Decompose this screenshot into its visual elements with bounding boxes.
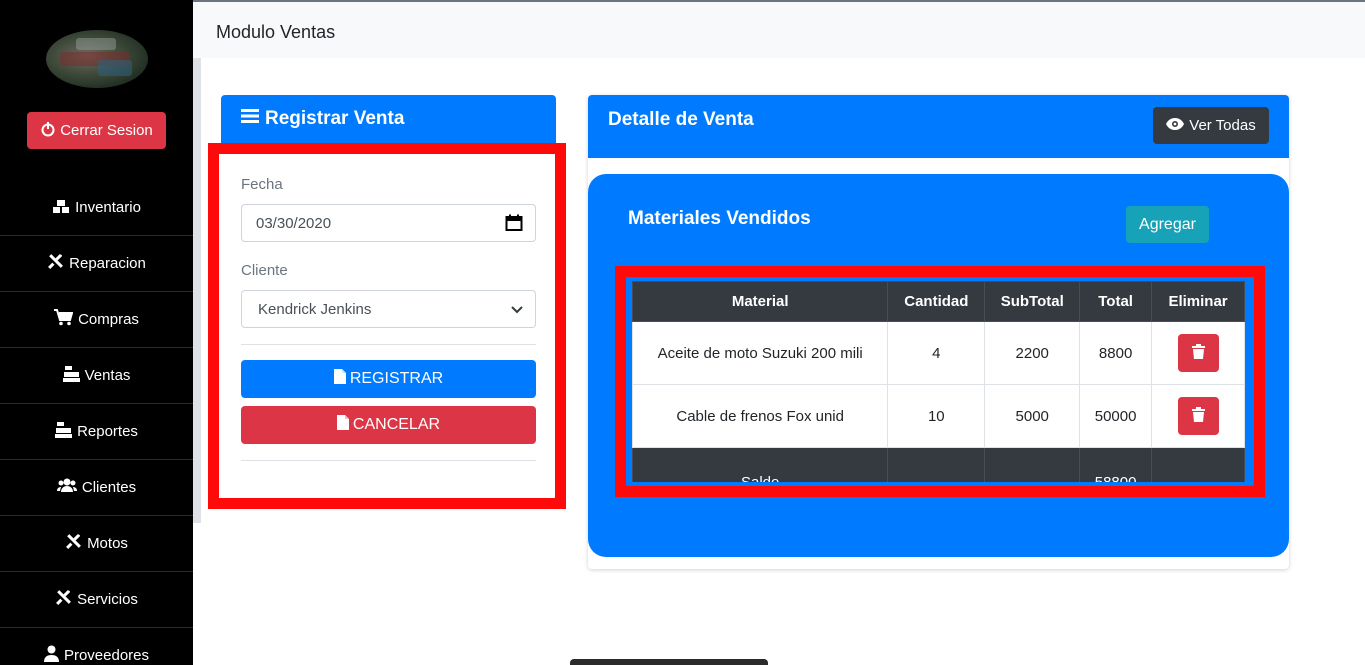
warehouse-icon xyxy=(52,198,70,218)
subtotal-cell: 2200 xyxy=(984,321,1081,385)
column-header: Cantidad xyxy=(887,281,986,322)
divider xyxy=(241,344,536,345)
sidebar-item-motos[interactable]: Motos xyxy=(0,516,193,572)
trash-icon xyxy=(1191,343,1205,363)
fecha-label: Fecha xyxy=(241,176,283,193)
cantidad-cell: 10 xyxy=(887,384,986,448)
sidebar-item-ventas[interactable]: Ventas xyxy=(0,348,193,404)
logout-button[interactable]: Cerrar Sesion xyxy=(27,112,166,149)
sidebar-item-label: Servicios xyxy=(77,591,138,608)
cliente-select[interactable]: Kendrick Jenkins xyxy=(241,290,536,328)
sidebar-item-label: Inventario xyxy=(75,199,141,216)
delete-button[interactable] xyxy=(1177,397,1219,435)
calendar-icon[interactable] xyxy=(505,214,523,236)
saldo-row: Saldo 58800 xyxy=(632,447,1245,482)
ver-todas-button[interactable]: Ver Todas xyxy=(1153,107,1269,144)
registrar-venta-header: Registrar Venta xyxy=(221,95,556,145)
scrollbar[interactable] xyxy=(193,58,201,523)
eliminar-cell xyxy=(1151,384,1245,448)
column-header: Total xyxy=(1079,281,1153,322)
sidebar-item-label: Compras xyxy=(78,311,139,328)
users-icon xyxy=(56,478,77,497)
subtotal-cell: 5000 xyxy=(984,384,1081,448)
user-tie-icon xyxy=(43,645,59,665)
cart-icon xyxy=(54,309,74,330)
divider xyxy=(241,460,536,461)
table-row: Cable de frenos Fox unid 10 5000 50000 xyxy=(632,384,1245,448)
table-row: Aceite de moto Suzuki 200 mili 4 2200 88… xyxy=(632,321,1245,385)
cliente-value: Kendrick Jenkins xyxy=(258,300,372,318)
user-avatar xyxy=(46,30,148,88)
cancelar-label: CANCELAR xyxy=(352,416,441,433)
detalle-venta-title: Detalle de Venta xyxy=(608,109,754,130)
registrar-button[interactable]: REGISTRAR xyxy=(241,360,536,398)
eliminar-cell xyxy=(1151,321,1245,385)
table-header-row: Material Cantidad SubTotal Total Elimina… xyxy=(632,281,1245,322)
empty-cell xyxy=(887,447,986,482)
empty-cell xyxy=(1151,447,1245,482)
cantidad-cell: 4 xyxy=(887,321,986,385)
sidebar-item-label: Reparacion xyxy=(69,255,146,272)
top-bar: Modulo Ventas xyxy=(193,0,1365,58)
sidebar-item-clientes[interactable]: Clientes xyxy=(0,460,193,516)
sidebar-item-reportes[interactable]: Reportes xyxy=(0,404,193,460)
cancelar-button[interactable]: CANCELAR xyxy=(241,406,536,444)
power-icon xyxy=(40,121,56,141)
agregar-button[interactable]: Agregar xyxy=(1126,206,1209,243)
column-header: Eliminar xyxy=(1151,281,1245,322)
file-icon xyxy=(336,415,349,435)
total-cell: 50000 xyxy=(1079,384,1153,448)
cash-register-icon xyxy=(55,421,73,442)
eye-icon xyxy=(1166,117,1185,134)
materiales-title: Materiales Vendidos xyxy=(628,208,811,229)
trash-icon xyxy=(1191,406,1205,426)
detalle-venta-header: Detalle de Venta Ver Todas xyxy=(588,95,1289,158)
empty-cell xyxy=(984,447,1081,482)
sidebar-item-reparacion[interactable]: Reparacion xyxy=(0,236,193,292)
sidebar-item-inventario[interactable]: Inventario xyxy=(0,180,193,236)
page-title: Modulo Ventas xyxy=(216,22,336,42)
registrar-label: REGISTRAR xyxy=(349,370,444,387)
cliente-label: Cliente xyxy=(241,262,288,279)
sidebar-item-compras[interactable]: Compras xyxy=(0,292,193,348)
sidebar: Cerrar Sesion Inventario Reparacion Comp… xyxy=(0,0,193,665)
materiales-table: Material Cantidad SubTotal Total Elimina… xyxy=(630,281,1247,482)
sidebar-nav: Inventario Reparacion Compras Ventas Rep… xyxy=(0,180,193,665)
sidebar-item-label: Ventas xyxy=(84,367,131,384)
column-header: SubTotal xyxy=(984,281,1081,322)
sidebar-item-label: Clientes xyxy=(81,479,137,496)
sidebar-item-label: Reportes xyxy=(77,423,138,440)
chevron-down-icon xyxy=(511,303,523,320)
column-header: Material xyxy=(632,281,889,322)
material-cell: Aceite de moto Suzuki 200 mili xyxy=(632,321,889,385)
sidebar-item-servicios[interactable]: Servicios xyxy=(0,572,193,628)
total-cell: 8800 xyxy=(1079,321,1153,385)
sidebar-item-label: Proveedores xyxy=(63,647,150,664)
cash-register-icon xyxy=(62,365,80,386)
material-cell: Cable de frenos Fox unid xyxy=(632,384,889,448)
logout-label: Cerrar Sesion xyxy=(60,122,153,139)
saldo-label: Saldo xyxy=(632,447,889,482)
taskbar-fragment xyxy=(570,659,768,665)
tools-icon xyxy=(65,533,82,554)
tools-icon xyxy=(55,589,72,610)
bars-icon xyxy=(241,108,259,130)
sidebar-item-label: Motos xyxy=(87,535,128,552)
registrar-venta-title: Registrar Venta xyxy=(265,108,405,129)
file-icon xyxy=(333,369,346,389)
tools-icon xyxy=(47,253,64,274)
fecha-input[interactable]: 03/30/2020 xyxy=(241,204,536,242)
ver-todas-label: Ver Todas xyxy=(1189,117,1256,134)
sidebar-item-proveedores[interactable]: Proveedores xyxy=(0,628,193,665)
saldo-total: 58800 xyxy=(1079,447,1153,482)
fecha-value: 03/30/2020 xyxy=(256,214,332,232)
delete-button[interactable] xyxy=(1177,334,1219,372)
